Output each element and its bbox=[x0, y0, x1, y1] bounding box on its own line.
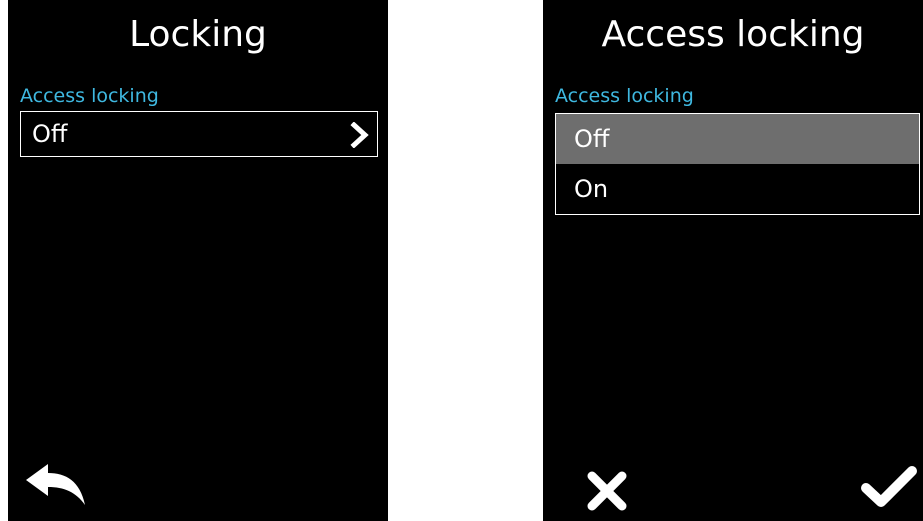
access-locking-label: Access locking bbox=[555, 85, 694, 107]
access-locking-screen: Access locking Access locking Off On bbox=[543, 0, 923, 521]
option-off[interactable]: Off bbox=[556, 114, 919, 164]
confirm-button[interactable] bbox=[859, 463, 919, 511]
locking-screen: Locking Access locking Off bbox=[8, 0, 388, 521]
access-locking-options: Off On bbox=[555, 113, 920, 215]
close-icon bbox=[587, 471, 627, 511]
access-locking-select[interactable]: Off bbox=[20, 111, 378, 157]
back-button[interactable] bbox=[24, 462, 88, 508]
page-title: Locking bbox=[129, 14, 267, 55]
chevron-right-icon bbox=[350, 122, 369, 148]
checkmark-icon bbox=[861, 466, 917, 507]
access-locking-value: Off bbox=[32, 120, 68, 148]
option-on[interactable]: On bbox=[556, 164, 919, 214]
cancel-button[interactable] bbox=[586, 470, 628, 512]
access-locking-label: Access locking bbox=[20, 85, 159, 107]
back-arrow-icon bbox=[26, 464, 85, 505]
page-title: Access locking bbox=[601, 14, 865, 55]
